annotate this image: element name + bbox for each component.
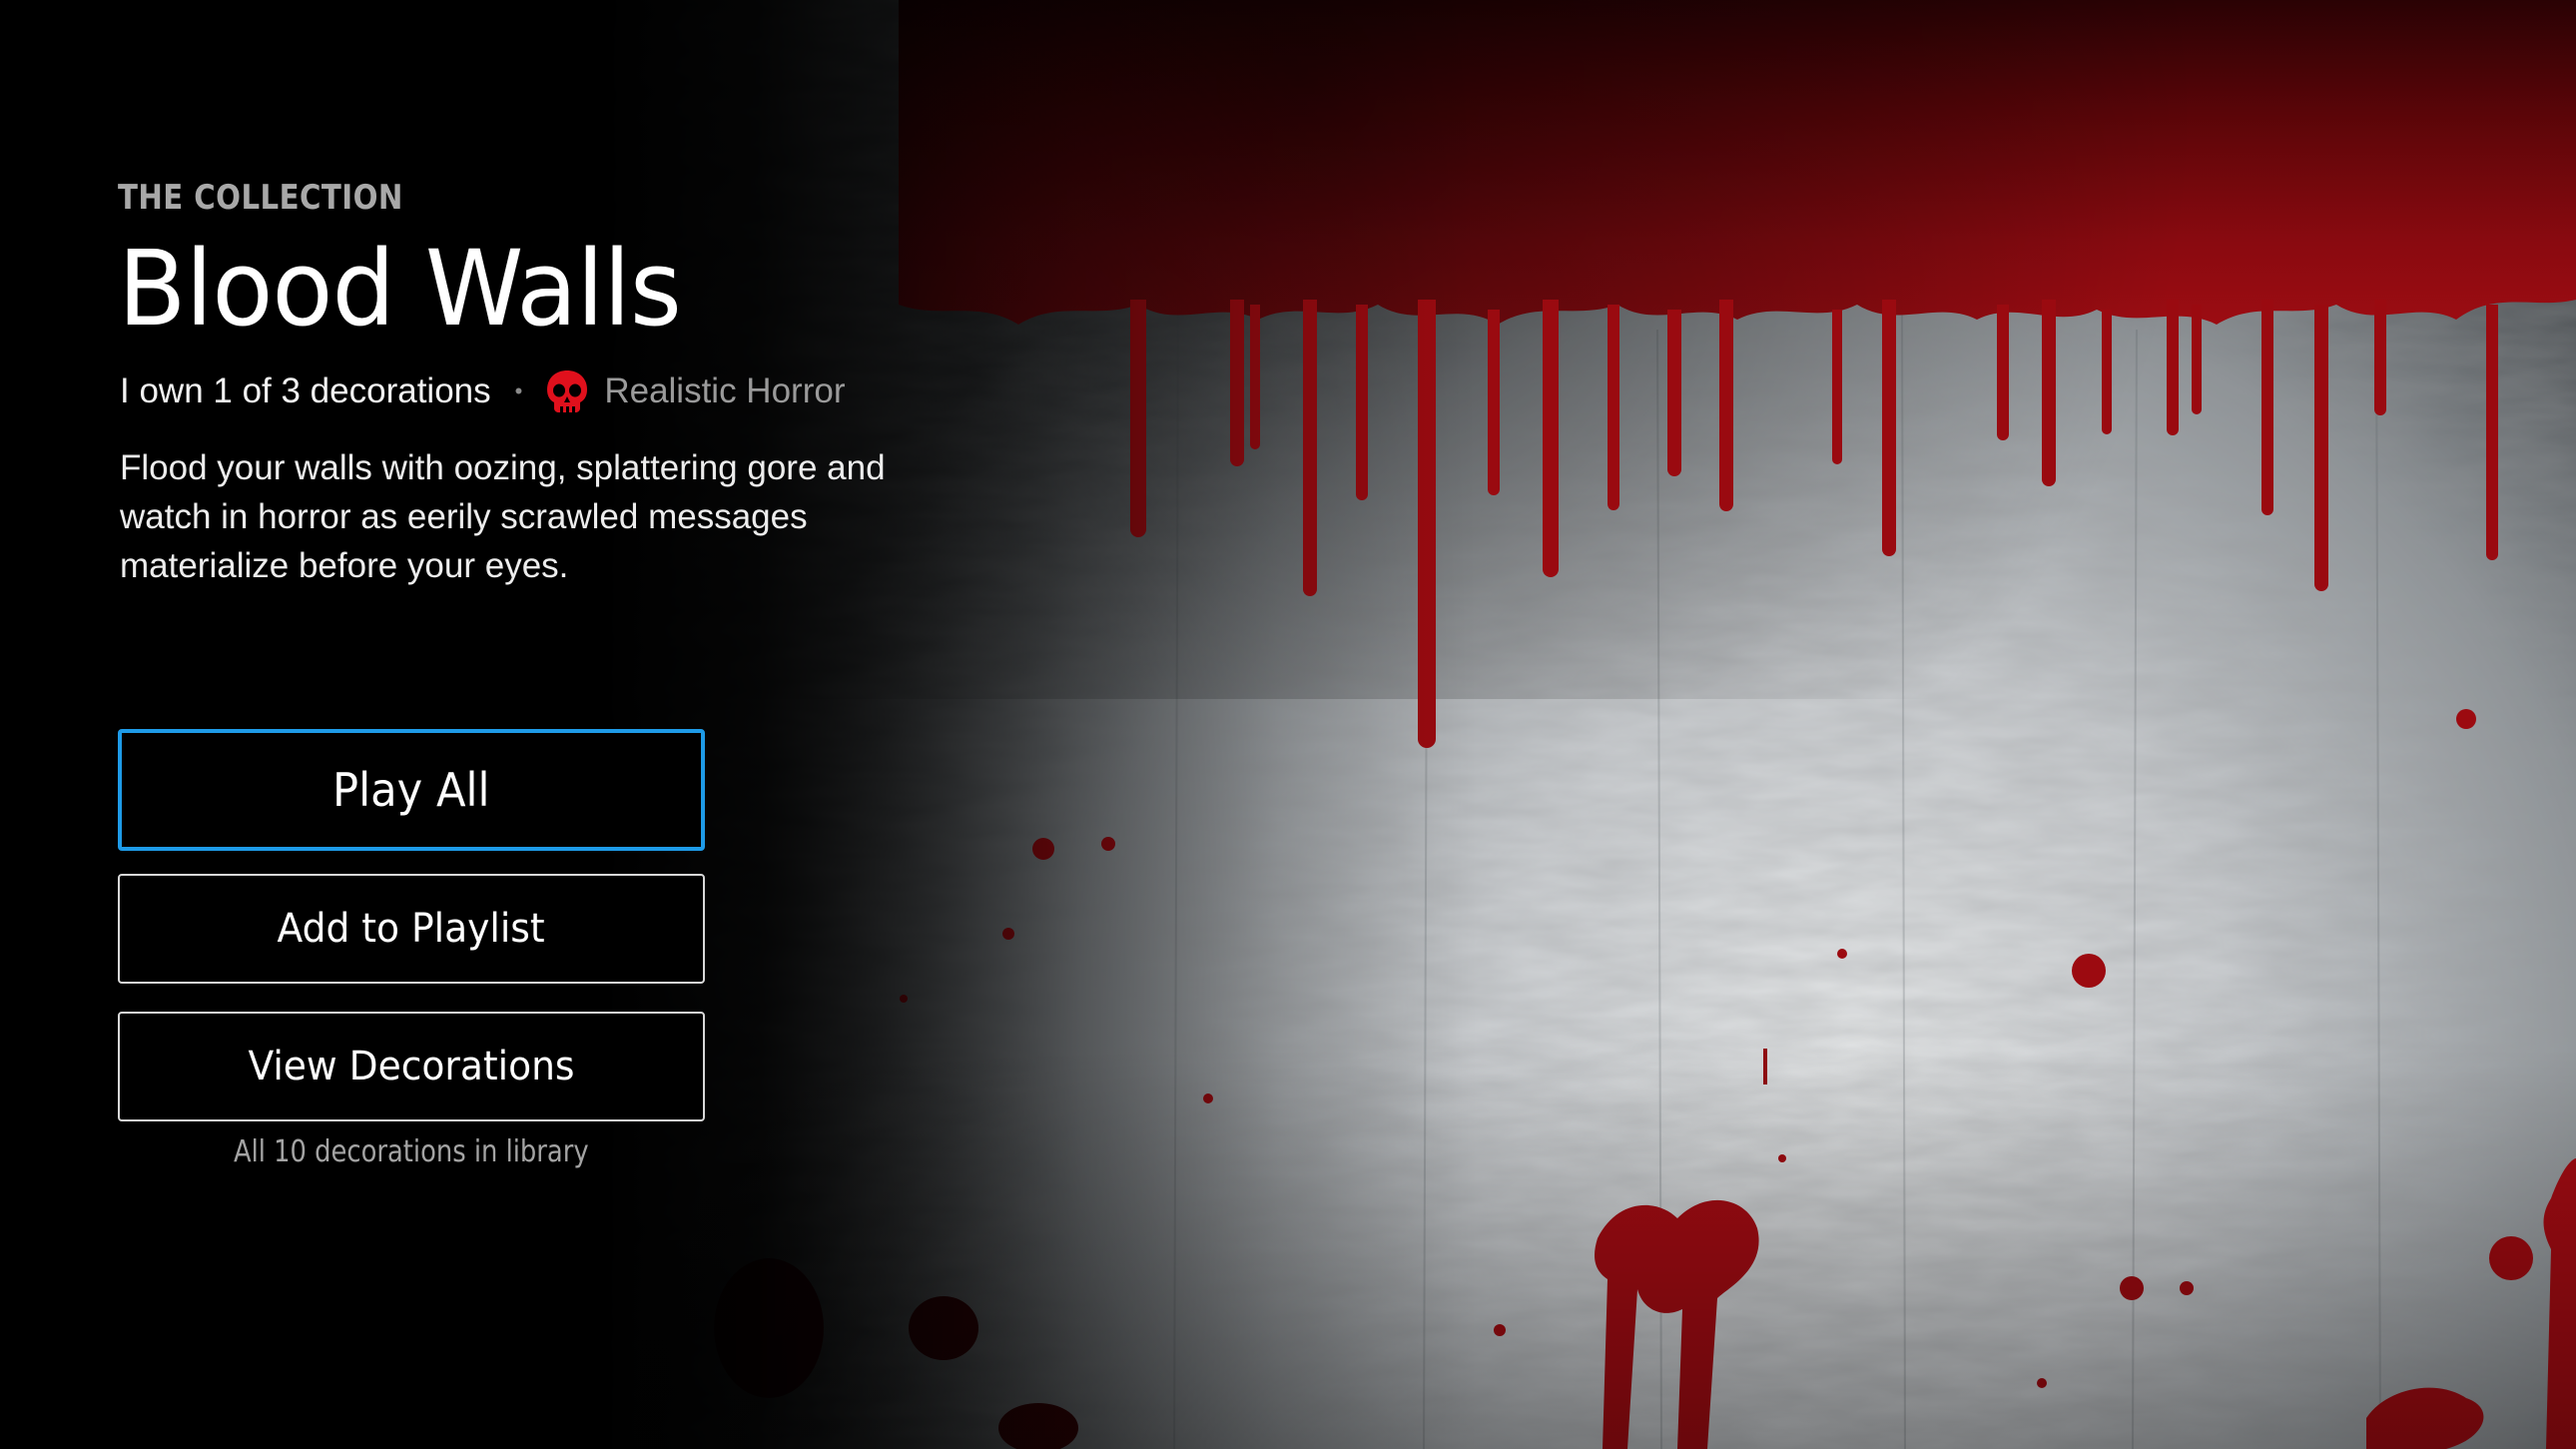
collection-meta: I own 1 of 3 decorations • Realistic Hor… xyxy=(118,363,957,419)
genre-label: Realistic Horror xyxy=(604,371,846,410)
collection-title: Blood Walls xyxy=(118,228,682,350)
view-decorations-button[interactable]: View Decorations xyxy=(118,1012,705,1121)
collection-screen: THE COLLECTION Blood Walls I own 1 of 3 … xyxy=(0,0,2576,1449)
collection-eyebrow: THE COLLECTION xyxy=(118,178,403,218)
library-note: All 10 decorations in library xyxy=(118,1134,705,1169)
collection-info: THE COLLECTION Blood Walls I own 1 of 3 … xyxy=(118,178,957,590)
play-all-label: Play All xyxy=(332,763,490,817)
view-decorations-label: View Decorations xyxy=(248,1044,575,1089)
ownership-count: I own 1 of 3 decorations xyxy=(120,371,491,410)
skull-icon xyxy=(544,368,590,414)
add-to-playlist-label: Add to Playlist xyxy=(277,906,546,952)
add-to-playlist-button[interactable]: Add to Playlist xyxy=(118,874,705,984)
library-note-text: All 10 decorations in library xyxy=(234,1134,589,1169)
collection-description: Flood your walls with oozing, splatterin… xyxy=(120,448,886,585)
meta-separator: • xyxy=(514,378,523,403)
play-all-button[interactable]: Play All xyxy=(118,729,705,851)
